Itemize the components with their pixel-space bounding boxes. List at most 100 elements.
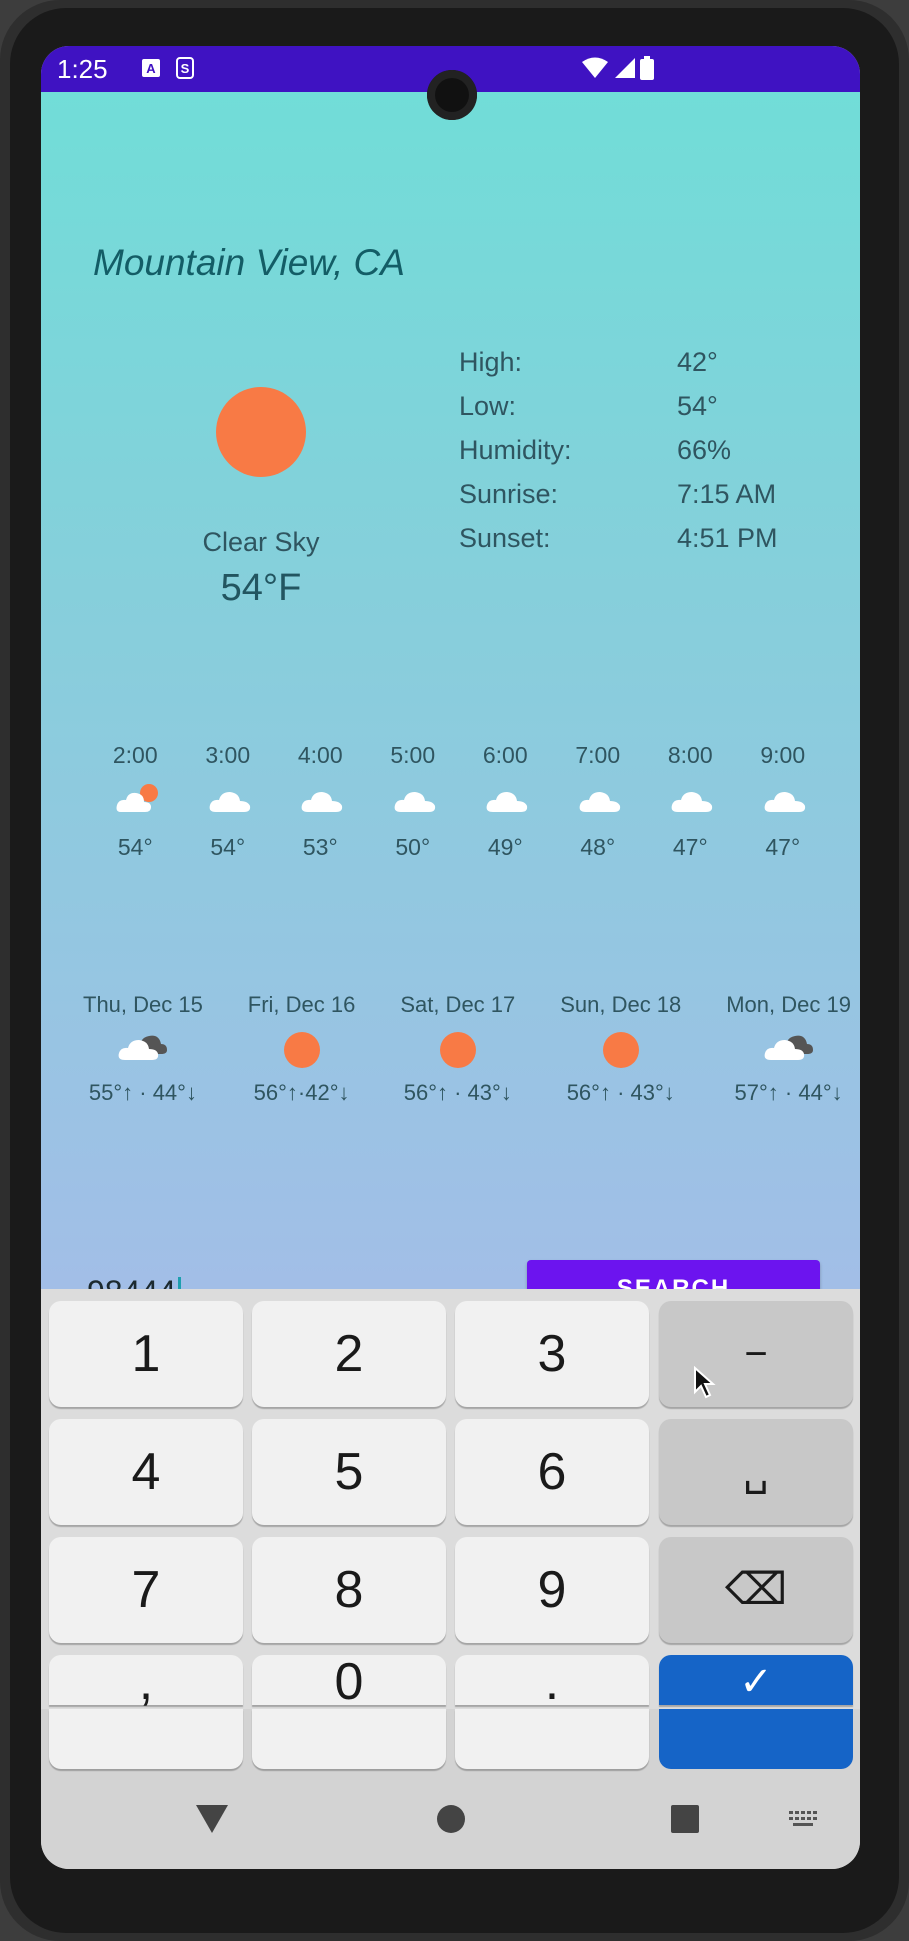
key-done[interactable]: ✓	[659, 1655, 853, 1705]
app-notification-icon: A	[142, 59, 160, 77]
daily-item: Mon, Dec 19 57°↑ · 44°↓	[726, 992, 851, 1106]
daily-item: Thu, Dec 15 55°↑ · 44°↓	[83, 992, 203, 1106]
stat-value: 54°	[677, 391, 718, 421]
hour-time: 3:00	[205, 742, 251, 768]
key-0[interactable]: 0	[252, 1655, 446, 1709]
home-icon[interactable]	[437, 1805, 465, 1833]
cloudy-icon	[118, 1035, 167, 1060]
front-camera	[427, 70, 477, 120]
back-icon[interactable]	[196, 1805, 228, 1833]
signal-icon	[615, 58, 635, 78]
hour-temp: 50°	[395, 834, 431, 860]
hour-time: 7:00	[575, 742, 621, 768]
day-label: Thu, Dec 15	[83, 992, 203, 1017]
hour-temp: 54°	[117, 834, 153, 860]
hourly-item: 9:00 47°	[737, 742, 830, 861]
key-done-lower[interactable]	[659, 1709, 853, 1769]
cloud-icon	[486, 792, 528, 812]
key-space[interactable]: ␣	[659, 1419, 853, 1525]
hour-time: 4:00	[297, 742, 343, 768]
key-9[interactable]: 9	[455, 1537, 649, 1643]
hour-time: 6:00	[482, 742, 528, 768]
stat-label: Sunrise:	[459, 479, 559, 509]
key-5[interactable]: 5	[252, 1419, 446, 1525]
stat-row: Sunrise: 7:15 AM	[459, 479, 778, 523]
weather-stats: High: 42° Low: 54° Humidity: 66% Sunrise: 7:…	[459, 347, 778, 567]
day-hi-lo: 56°↑·42°↓	[253, 1080, 350, 1105]
key-3[interactable]: 3	[455, 1301, 649, 1407]
stat-row: Sunset: 4:51 PM	[459, 523, 778, 567]
key-period-lower[interactable]	[455, 1709, 649, 1769]
mouse-cursor-icon	[694, 1366, 716, 1399]
hourly-item: 6:00 49°	[459, 742, 552, 861]
day-hi-lo: 55°↑ · 44°↓	[88, 1080, 197, 1105]
current-condition: Clear Sky	[202, 527, 320, 557]
stat-label: Low:	[459, 391, 517, 421]
stat-row: Low: 54°	[459, 391, 778, 435]
key-6[interactable]: 6	[455, 1419, 649, 1525]
day-label: Mon, Dec 19	[726, 992, 851, 1017]
hour-time: 8:00	[667, 742, 713, 768]
stat-value: 42°	[677, 347, 718, 377]
sun-icon	[283, 1032, 320, 1068]
key-1[interactable]: 1	[49, 1301, 243, 1407]
hourly-item: 2:00 54°	[89, 742, 182, 861]
hourly-forecast: 2:00 54° 3:00 54° 4:00 53° 5:00 50° 6:00	[89, 742, 829, 861]
key-0-lower[interactable]	[252, 1709, 446, 1769]
stat-value: 66%	[677, 435, 732, 465]
hourly-item: 4:00 53°	[274, 742, 367, 861]
sync-notification-icon: S	[176, 57, 194, 79]
hour-temp: 53°	[302, 834, 338, 860]
daily-item: Sun, Dec 18 56°↑ · 43°↓	[560, 992, 681, 1106]
key-comma-lower[interactable]	[49, 1709, 243, 1769]
daily-item: Sat, Dec 17 56°↑ · 43°↓	[400, 992, 515, 1106]
partly-cloudy-icon	[116, 784, 158, 812]
hourly-item: 5:00 50°	[367, 742, 460, 861]
key-2[interactable]: 2	[252, 1301, 446, 1407]
day-label: Sat, Dec 17	[400, 992, 516, 1017]
device-screen: 1:25 A S Mountain View, CA Clear Sky 54°…	[41, 46, 860, 1869]
recents-icon[interactable]	[671, 1805, 699, 1833]
cloudy-icon	[764, 1035, 813, 1060]
stat-value: 7:15 AM	[677, 479, 777, 509]
stat-label: Sunset:	[459, 523, 551, 553]
wifi-icon	[582, 57, 608, 78]
day-label: Fri, Dec 16	[247, 992, 356, 1017]
key-4[interactable]: 4	[49, 1419, 243, 1525]
key-minus[interactable]: −	[659, 1301, 853, 1407]
current-temperature: 54°F	[220, 567, 302, 609]
cloud-icon	[301, 792, 343, 812]
hour-time: 9:00	[760, 742, 806, 768]
hourly-item: 7:00 48°	[552, 742, 645, 861]
hour-temp: 49°	[487, 834, 523, 860]
sun-icon	[602, 1032, 639, 1068]
key-8[interactable]: 8	[252, 1537, 446, 1643]
hour-temp: 47°	[672, 834, 708, 860]
cloud-icon	[209, 792, 250, 812]
sun-icon	[439, 1032, 476, 1068]
key-7[interactable]: 7	[49, 1537, 243, 1643]
daily-forecast: Thu, Dec 15 55°↑ · 44°↓ Fri, Dec 16 56°↑…	[83, 992, 851, 1106]
status-time: 1:25	[57, 54, 108, 84]
day-label: Sun, Dec 18	[560, 992, 682, 1017]
weather-app: Mountain View, CA Clear Sky 54°F High: 42…	[41, 92, 860, 1335]
svg-text:S: S	[181, 61, 190, 76]
day-hi-lo: 56°↑ · 43°↓	[403, 1080, 512, 1105]
cloud-icon	[394, 792, 435, 812]
hour-time: 2:00	[112, 742, 158, 768]
stat-row: Humidity: 66%	[459, 435, 778, 479]
hour-temp: 54°	[210, 834, 246, 860]
key-period[interactable]: .	[455, 1655, 649, 1709]
cloud-icon	[764, 792, 805, 812]
key-comma[interactable]: ,	[49, 1655, 243, 1709]
day-hi-lo: 56°↑ · 43°↓	[566, 1080, 675, 1105]
stat-label: Humidity:	[459, 435, 572, 465]
stat-row: High: 42°	[459, 347, 778, 391]
cloud-icon	[671, 792, 713, 812]
cloud-icon	[579, 792, 620, 812]
hour-time: 5:00	[390, 742, 436, 768]
svg-text:A: A	[146, 61, 156, 76]
keyboard-switch-icon[interactable]	[789, 1811, 819, 1831]
key-backspace[interactable]: ⌫	[659, 1537, 853, 1643]
sun-icon	[216, 387, 306, 477]
